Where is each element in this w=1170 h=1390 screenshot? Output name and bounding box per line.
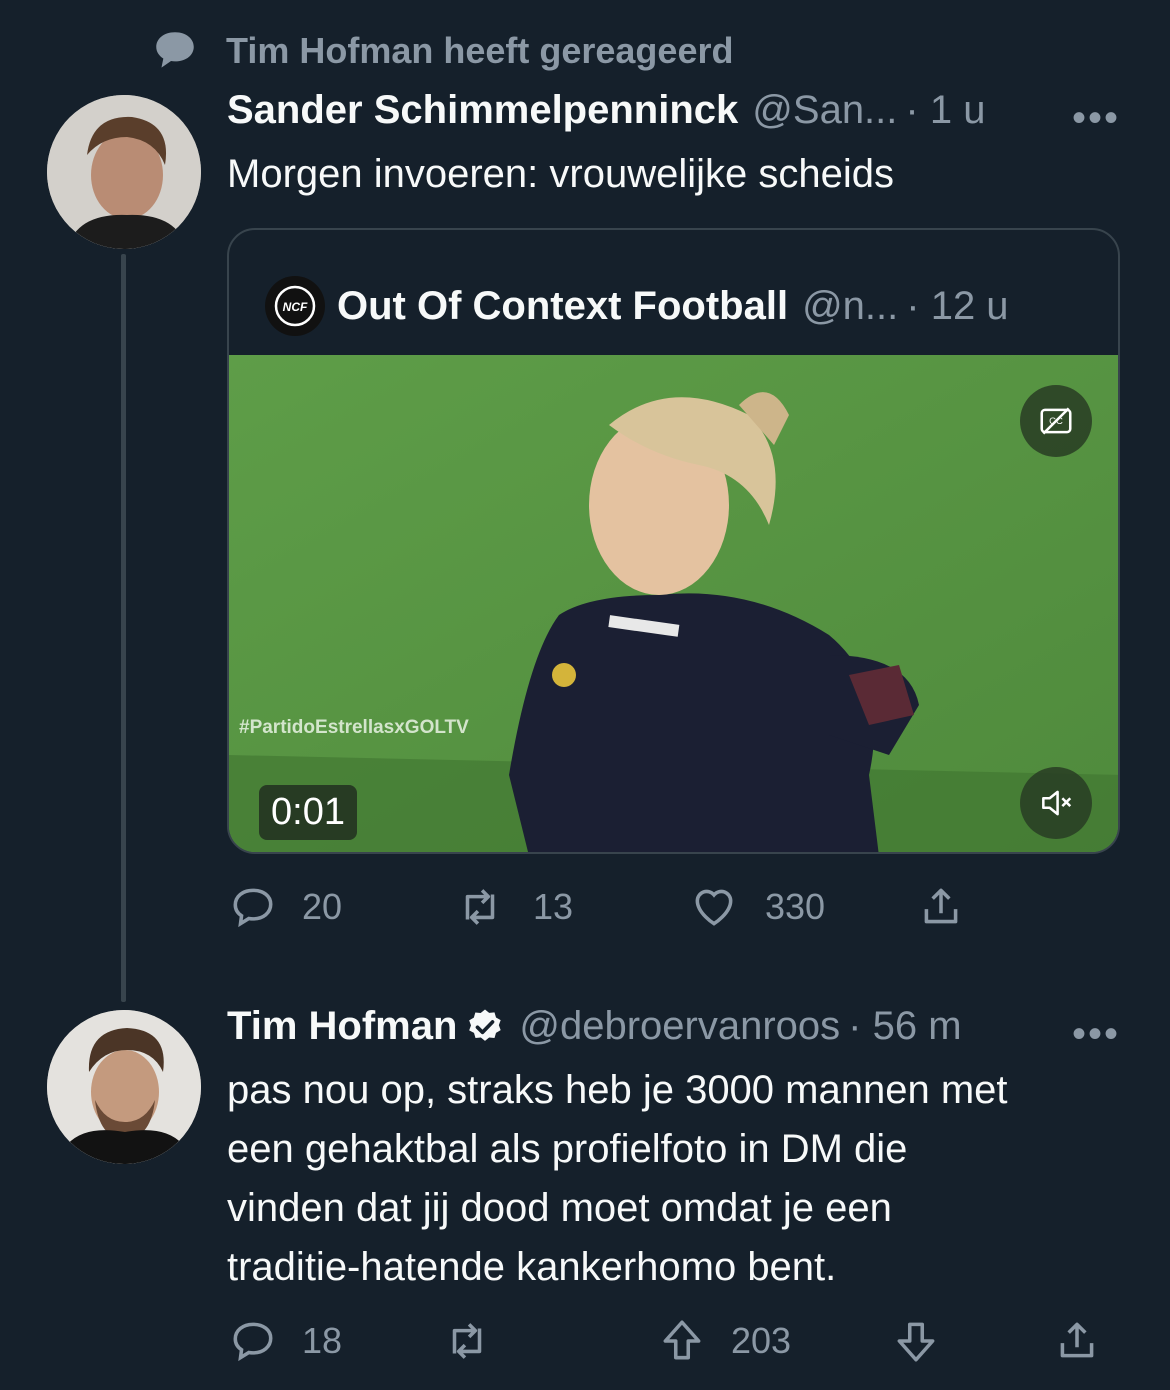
downvote-arrow-icon xyxy=(897,1322,935,1362)
upvote-arrow-icon xyxy=(663,1320,701,1360)
speech-bubble-icon xyxy=(156,32,194,68)
tweet2-line: een gehaktbal als profielfoto in DM die xyxy=(227,1127,908,1171)
more-options-icon[interactable]: ••• xyxy=(1072,1012,1120,1057)
ncf-logo-icon: NCF xyxy=(274,285,316,327)
tweet2-line: pas nou op, straks heb je 3000 mannen me… xyxy=(227,1068,1008,1112)
video-timer: 0:01 xyxy=(259,785,357,840)
reply-button[interactable]: 20 xyxy=(228,882,342,932)
avatar-tim[interactable] xyxy=(47,1010,201,1164)
verified-badge-icon xyxy=(469,1009,502,1041)
avatar-sander[interactable] xyxy=(47,95,201,249)
retweet-icon xyxy=(452,1323,482,1359)
like-count: 330 xyxy=(765,886,826,927)
share-button[interactable] xyxy=(1052,1316,1102,1366)
author-handle[interactable]: @San... xyxy=(752,88,897,133)
captions-off-icon: CC xyxy=(1040,407,1072,435)
upvote-count: 203 xyxy=(731,1320,792,1361)
reply-icon xyxy=(233,888,273,928)
quote-avatar[interactable]: NCF xyxy=(265,276,325,336)
tweet2-text: pas nou op, straks heb je 3000 mannen me… xyxy=(227,1061,1008,1297)
retweet-icon xyxy=(465,889,495,925)
share-icon xyxy=(1060,1322,1094,1358)
tweet-time[interactable]: · 56 m xyxy=(848,1004,961,1049)
avatar-portrait-image xyxy=(47,1010,201,1164)
video-frame-image xyxy=(229,355,1118,852)
share-button[interactable] xyxy=(916,882,966,932)
video-player[interactable]: #PartidoEstrellasxGOLTV CC 0:01 xyxy=(229,355,1118,852)
video-watermark: #PartidoEstrellasxGOLTV xyxy=(239,717,469,738)
social-context[interactable]: Tim Hofman heeft gereageerd xyxy=(150,26,733,76)
context-text: Tim Hofman heeft gereageerd xyxy=(226,30,734,71)
tweet1-text: Morgen invoeren: vrouwelijke scheids xyxy=(227,152,894,196)
svg-text:NCF: NCF xyxy=(283,300,308,314)
more-options-icon[interactable]: ••• xyxy=(1072,96,1120,141)
tweet-time[interactable]: · 1 u xyxy=(905,88,985,133)
quote-time: · 12 u xyxy=(906,283,1009,328)
author-name[interactable]: Sander Schimmelpenninck xyxy=(227,88,738,133)
retweet-button[interactable]: 13 xyxy=(455,882,573,932)
muted-speaker-icon xyxy=(1042,790,1072,816)
tweet1-header: Sander Schimmelpenninck @San... · 1 u xyxy=(227,88,985,133)
reply-button[interactable]: 18 xyxy=(228,1316,342,1366)
author-handle[interactable]: @debroervanroos xyxy=(519,1004,840,1049)
quoted-tweet-card[interactable]: NCF Out Of Context Football @n... · 12 u xyxy=(227,228,1120,854)
reply-count: 18 xyxy=(302,1320,343,1361)
tweet2-header: Tim Hofman @debroervanroos · 56 m xyxy=(227,1004,962,1049)
quote-header: NCF Out Of Context Football @n... · 12 u xyxy=(265,276,1009,336)
unmute-button[interactable] xyxy=(1020,767,1092,839)
captions-toggle[interactable]: CC xyxy=(1020,385,1092,457)
upvote-button[interactable]: 203 xyxy=(657,1316,791,1366)
retweet-count: 13 xyxy=(533,886,574,927)
retweet-button[interactable] xyxy=(442,1316,492,1366)
reply-icon xyxy=(233,1322,273,1362)
like-button[interactable]: 330 xyxy=(689,882,825,932)
quote-author-name: Out Of Context Football xyxy=(337,283,789,328)
tweet2-line: vinden dat jij dood moet omdat je een xyxy=(227,1186,892,1230)
share-icon xyxy=(924,888,958,924)
heart-icon xyxy=(695,889,733,926)
author-name[interactable]: Tim Hofman xyxy=(227,1004,457,1049)
reply-count: 20 xyxy=(302,886,343,927)
avatar-portrait-image xyxy=(47,95,201,249)
downvote-button[interactable] xyxy=(891,1316,941,1366)
quote-author-handle: @n... xyxy=(802,283,899,328)
tweet2-line: traditie-hatende kankerhomo bent. xyxy=(227,1245,837,1289)
thread-connector-line xyxy=(121,254,126,1002)
